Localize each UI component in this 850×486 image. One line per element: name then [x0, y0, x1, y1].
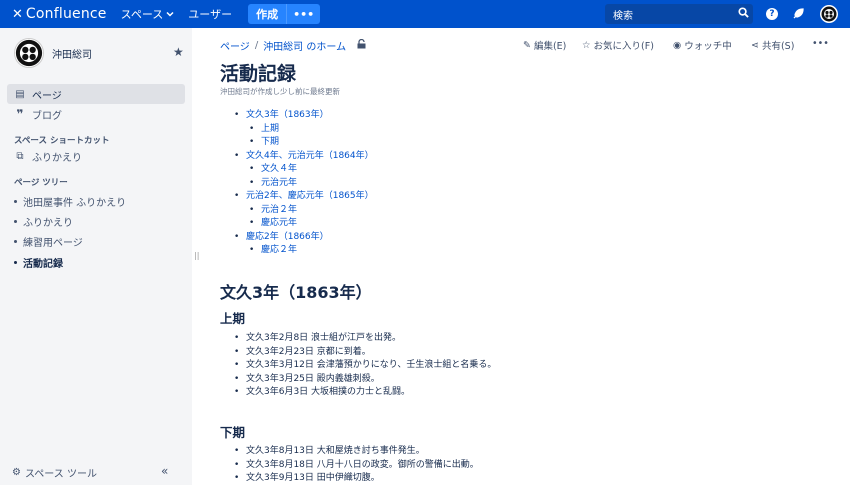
users-menu[interactable]: ユーザー: [188, 6, 232, 22]
search-placeholder: 検索: [613, 10, 633, 22]
star-icon[interactable]: ★: [173, 45, 184, 59]
unlock-icon[interactable]: [357, 38, 366, 52]
space-avatar: [14, 38, 44, 68]
search-input[interactable]: 検索: [605, 4, 753, 24]
page-icon: ▤: [15, 88, 25, 100]
table-of-contents: 文久3年（1863年） 上期 下期 文久4年、元治元年（1864年） 文久４年 …: [234, 109, 374, 258]
watch-button[interactable]: ◉ ウォッチ中: [673, 38, 732, 53]
sidebar-item-label: ブログ: [32, 110, 62, 122]
create-button-group: 作成 •••: [248, 4, 321, 24]
toc-link[interactable]: 元治2年、慶応元年（1865年）: [234, 190, 374, 204]
toc-link[interactable]: 慶応２年: [234, 244, 374, 258]
toc-link[interactable]: 文久４年: [234, 163, 374, 177]
crest-icon: [15, 39, 43, 67]
collapse-sidebar-button[interactable]: «: [161, 464, 168, 478]
user-avatar[interactable]: [820, 5, 838, 23]
create-more-button[interactable]: •••: [286, 4, 320, 24]
space-tools-button[interactable]: ⚙ スペース ツール: [12, 465, 97, 480]
share-button[interactable]: ⋖ 共有(S): [751, 38, 794, 53]
spaces-label: スペース: [120, 8, 164, 21]
list-item: 文久3年3月25日 殿内義雄刺殺。: [234, 373, 496, 387]
more-actions-button[interactable]: •••: [812, 38, 829, 49]
breadcrumb-separator: /: [254, 40, 259, 51]
page-byline[interactable]: 沖田総司が作成し少し前に最終更新: [220, 86, 340, 97]
edit-button[interactable]: ✎ 編集(E): [523, 38, 566, 53]
list-item: 文久3年3月12日 会津藩預かりになり、壬生浪士組と名乗る。: [234, 359, 496, 373]
space-header[interactable]: 沖田総司: [14, 38, 92, 68]
list-item: 文久3年8月18日 八月十八日の政変。御所の警備に出動。: [234, 459, 479, 473]
favorite-button[interactable]: ☆ お気に入り(F): [582, 38, 654, 53]
copy-icon: ⧉: [16, 150, 24, 162]
confluence-logo[interactable]: ✕ Confluence: [12, 0, 107, 28]
toc-link[interactable]: 文久4年、元治元年（1864年）: [234, 150, 374, 164]
toc-link[interactable]: 元治２年: [234, 204, 374, 218]
tree-item[interactable]: 練習用ページ: [14, 234, 83, 249]
first-half-event-list: 文久3年2月8日 浪士組が江戸を出発。 文久3年2月23日 京都に到着。 文久3…: [234, 332, 496, 400]
logo-text: Confluence: [25, 6, 107, 22]
quote-icon: ❞: [16, 107, 24, 121]
breadcrumb-home[interactable]: 沖田総司 のホーム: [263, 38, 346, 53]
section-heading-1863: 文久3年（1863年）: [220, 283, 372, 302]
share-icon: ⋖: [751, 39, 759, 51]
space-tools-label: スペース ツール: [24, 469, 97, 480]
list-item: 文久3年6月3日 大坂相撲の力士と乱闘。: [234, 386, 496, 400]
list-item: 文久3年9月13日 田中伊織切腹。: [234, 472, 479, 486]
page-title: 活動記録: [220, 63, 297, 85]
confluence-logo-icon: ✕: [12, 6, 23, 22]
sidebar-item-label: ふりかえり: [32, 152, 82, 164]
sidebar-item-blog[interactable]: ❞ ブログ: [7, 104, 185, 124]
list-item: 文久3年8月13日 大和屋焼き討ち事件発生。: [234, 445, 479, 459]
sidebar-item-pages[interactable]: ▤ ページ: [7, 84, 185, 104]
space-name: 沖田総司: [52, 49, 92, 61]
tree-item[interactable]: 池田屋事件 ふりかえり: [14, 194, 126, 209]
first-half-heading: 上期: [220, 311, 246, 326]
list-item: 文久3年2月23日 京都に到着。: [234, 346, 496, 360]
toc-link[interactable]: 慶応2年（1866年）: [234, 231, 374, 245]
notifications-icon[interactable]: [790, 6, 806, 22]
sidebar-shortcut-retrospective[interactable]: ⧉ ふりかえり: [7, 146, 185, 166]
toc-link[interactable]: 元治元年: [234, 177, 374, 191]
second-half-heading: 下期: [220, 425, 246, 440]
create-button[interactable]: 作成: [248, 4, 286, 24]
tree-item-current[interactable]: 活動記録: [14, 255, 63, 270]
toc-link[interactable]: 上期: [234, 123, 374, 137]
toc-link[interactable]: 慶応元年: [234, 217, 374, 231]
chevron-down-icon: [166, 11, 174, 17]
shortcuts-heading: スペース ショートカット: [14, 136, 110, 146]
second-half-event-list: 文久3年8月13日 大和屋焼き討ち事件発生。 文久3年8月18日 八月十八日の政…: [234, 445, 479, 486]
spaces-menu[interactable]: スペース: [121, 6, 175, 22]
pencil-icon: ✎: [523, 39, 531, 51]
tree-item[interactable]: ふりかえり: [14, 214, 73, 229]
main-content: ページ / 沖田総司 のホーム ✎ 編集(E) ☆ お気に入り(F) ◉ ウォッ…: [192, 28, 850, 485]
sidebar-item-label: ページ: [32, 90, 62, 102]
help-icon[interactable]: ?: [764, 6, 780, 22]
breadcrumb: ページ / 沖田総司 のホーム: [220, 38, 366, 53]
page-tree-heading: ページ ツリー: [14, 178, 68, 188]
crest-icon: [821, 6, 837, 22]
search-icon: [733, 7, 753, 21]
breadcrumb-pages[interactable]: ページ: [220, 38, 250, 53]
toc-link[interactable]: 文久3年（1863年）: [234, 109, 374, 123]
gear-icon: ⚙: [12, 467, 21, 478]
toc-link[interactable]: 下期: [234, 136, 374, 150]
eye-icon: ◉: [673, 39, 682, 51]
space-sidebar: 沖田総司 ★ ▤ ページ ❞ ブログ スペース ショートカット ⧉ ふりかえり …: [0, 28, 192, 485]
star-outline-icon: ☆: [582, 39, 591, 51]
list-item: 文久3年2月8日 浪士組が江戸を出発。: [234, 332, 496, 346]
